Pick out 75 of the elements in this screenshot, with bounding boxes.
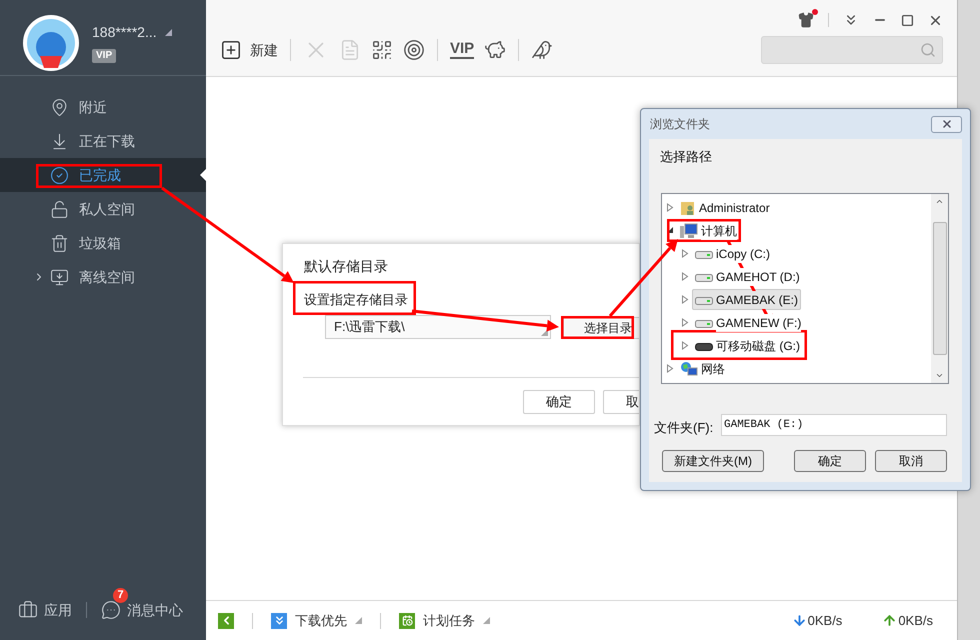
collapsed-arrow-icon[interactable] — [666, 364, 674, 373]
nav-item[interactable]: 垃圾箱 — [0, 226, 206, 260]
upload-speed: 0KB/s — [898, 612, 933, 630]
search-field[interactable] — [761, 36, 943, 64]
tree-item[interactable]: 计算机 — [677, 220, 740, 241]
maximize-icon[interactable] — [901, 14, 914, 26]
tree-item[interactable]: GAMEBAK (E:) — [692, 289, 802, 310]
scroll-down-icon[interactable] — [935, 371, 944, 380]
chat-icon — [101, 600, 121, 620]
target-icon[interactable] — [403, 39, 425, 61]
computer-icon — [680, 222, 698, 238]
priority-icon — [271, 612, 287, 628]
collapsed-arrow-icon[interactable] — [681, 249, 689, 258]
scrollbar[interactable] — [931, 194, 948, 383]
qr-code-icon[interactable] — [371, 39, 393, 61]
skin-icon[interactable] — [798, 12, 814, 28]
download-speed: 0KB/s — [808, 612, 842, 630]
caret-icon — [355, 617, 362, 624]
bird-icon[interactable] — [531, 39, 554, 61]
drive-icon — [695, 248, 713, 258]
collapsed-arrow-icon[interactable] — [681, 341, 689, 350]
caret-icon[interactable] — [164, 29, 172, 36]
download-speed-icon — [792, 613, 807, 628]
vip-badge: VIP — [92, 49, 116, 63]
new-task-icon — [220, 39, 242, 61]
check-icon — [50, 166, 69, 184]
piggy-icon[interactable] — [484, 39, 506, 61]
option-label: 设置指定存储目录 — [304, 292, 408, 308]
collapsed-arrow-icon[interactable] — [681, 272, 689, 281]
window-title: 浏览文件夹 — [650, 116, 710, 133]
collapsed-arrow-icon[interactable] — [666, 203, 674, 212]
nav-item[interactable]: 私人空间 — [0, 192, 206, 226]
drive-icon — [695, 318, 713, 328]
back-button[interactable] — [218, 612, 234, 628]
user-folder-icon — [680, 200, 696, 216]
scroll-up-icon[interactable] — [935, 197, 944, 206]
tree-item[interactable]: 网络 — [677, 358, 728, 379]
vip-button[interactable]: VIP — [450, 41, 474, 59]
priority-dropdown[interactable]: 下载优先 — [271, 610, 362, 630]
schedule-dropdown[interactable]: 计划任务 — [399, 610, 490, 630]
dialog-title: 默认存储目录 — [304, 257, 388, 276]
schedule-icon — [399, 612, 415, 628]
username[interactable]: 188****2... — [92, 22, 157, 43]
trash-icon — [50, 234, 69, 252]
dialog-button[interactable]: 新建文件夹(M) — [662, 450, 764, 472]
network-icon — [680, 360, 698, 376]
close-icon — [940, 118, 952, 130]
folder-label: 文件夹(F): — [654, 419, 714, 437]
nav-item[interactable]: 附近 — [0, 90, 206, 124]
prompt-label: 选择路径 — [660, 148, 712, 166]
close-button[interactable] — [931, 116, 962, 132]
drive-icon — [695, 294, 713, 304]
collapsed-arrow-icon[interactable] — [681, 295, 689, 304]
lock-icon — [50, 200, 69, 218]
nav-item[interactable]: 正在下载 — [0, 124, 206, 158]
upload-speed-icon — [882, 613, 898, 628]
new-button[interactable]: 新建 — [220, 39, 278, 61]
apps-icon — [18, 600, 38, 620]
cloud-icon — [50, 268, 69, 286]
dialog-button[interactable]: 取 — [603, 390, 639, 414]
footer-link[interactable]: 应用 — [18, 600, 72, 620]
dialog-button[interactable]: 确定 — [794, 450, 866, 472]
footer-link[interactable]: 消息中心 — [101, 600, 183, 620]
drive-icon — [695, 272, 713, 282]
avatar[interactable] — [22, 14, 80, 72]
path-field[interactable]: F:\迅雷下载\ — [325, 315, 551, 339]
caret-icon — [483, 617, 490, 624]
dialog-button[interactable]: 取消 — [875, 450, 947, 472]
count-badge: 7 — [113, 588, 128, 602]
removable-drive-icon — [695, 340, 713, 350]
nav-item[interactable]: 离线空间 — [0, 260, 206, 294]
folder-field[interactable]: GAMEBAK (E:) — [721, 414, 947, 436]
pin-icon — [50, 98, 69, 116]
dialog-button[interactable]: 确定 — [523, 390, 595, 414]
collapsed-arrow-icon[interactable] — [681, 318, 689, 327]
